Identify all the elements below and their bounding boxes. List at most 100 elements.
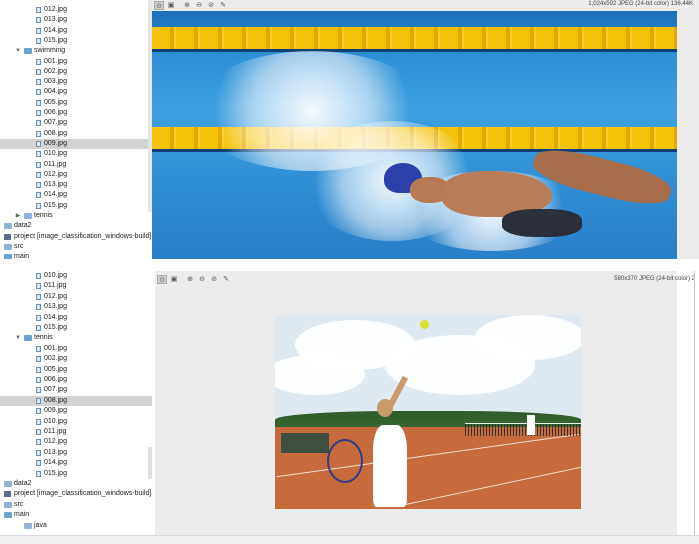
tree-item-label: 008.jpg [44,396,67,404]
tree-item-label: data2 [14,480,32,487]
tree-file-item[interactable]: 006.jpg [0,375,152,385]
folder-icon [24,335,32,342]
tree-item-label: 013.jpg [44,16,67,24]
zoom-out-icon[interactable]: ⊖ [194,1,204,10]
tree-file-item[interactable]: 010.jpg [0,417,152,427]
tree-folder-item[interactable]: ▼ main [0,252,152,259]
actual-size-icon[interactable]: ▣ [169,275,179,284]
chevron-right-icon[interactable]: ▶ [15,211,21,221]
tree-module-item[interactable]: project [image_classification_windows-bu… [0,232,152,242]
chevron-down-icon[interactable]: ▼ [15,46,21,56]
image-file-icon [36,460,41,467]
color-picker-icon[interactable]: ✎ [221,275,231,284]
tree-file-item[interactable]: 002.jpg [0,354,152,364]
tree-item-label: 014.jpg [44,26,67,34]
tree-file-item[interactable]: 007.jpg [0,118,152,128]
image-file-icon [36,58,41,65]
tree-file-item[interactable]: 014.jpg [0,458,152,468]
tree-file-item[interactable]: 009.jpg [0,406,152,416]
tree-file-item[interactable]: 006.jpg [0,108,152,118]
tree-file-item[interactable]: 013.jpg [0,448,152,458]
tree-file-item[interactable]: 005.jpg [0,365,152,375]
tree-item-label: 001.jpg [44,344,67,352]
tree-file-item[interactable]: 013.jpg [0,15,152,25]
tree-item-label: 005.jpg [44,365,67,373]
image-viewer: ⊙ ▣ ⊕ ⊖ ⊘ ✎ 1,024x592 JPEG (24-bit color) 136… [152,0,699,259]
tree-folder-item[interactable]: data2 [0,221,152,231]
tree-folder-item[interactable]: ▼ swimming [0,46,152,56]
tree-file-item[interactable]: 012.jpg [0,5,152,15]
tree-folder-item[interactable]: ▼ tennis [0,333,152,343]
zoom-out-icon[interactable]: ⊖ [197,275,207,284]
tree-file-item[interactable]: 014.jpg [0,190,152,200]
chevron-down-icon[interactable]: ▼ [0,252,1,259]
tree-item-label: 009.jpg [44,139,67,147]
swimming-image [152,11,677,259]
tree-file-item[interactable]: 011.jpg [0,281,152,291]
tree-file-item[interactable]: 015.jpg [0,469,152,479]
tree-folder-item[interactable]: data2 [0,479,152,489]
zoom-reset-icon[interactable]: ⊘ [209,275,219,284]
image-file-icon [36,130,41,137]
tree-file-item[interactable]: 012.jpg [0,292,152,302]
cloud [475,315,581,360]
tree-file-item[interactable]: 015.jpg [0,323,152,333]
tree-item-label: main [14,511,30,519]
tree-item-label: 013.jpg [44,448,67,456]
tree-folder-item[interactable]: java [0,521,152,531]
color-picker-icon[interactable]: ✎ [218,1,228,10]
tree-file-item[interactable]: 014.jpg [0,26,152,36]
fit-view-icon[interactable]: ⊙ [157,275,167,284]
tree-folder-item[interactable]: ▼ main [0,510,152,520]
tree-item-label: swimming [34,47,66,55]
tree-file-item[interactable]: 010.jpg [0,271,152,281]
image-file-icon [36,37,41,44]
tree-file-item[interactable]: 004.jpg [0,87,152,97]
module-icon [4,491,11,498]
actual-size-icon[interactable]: ▣ [166,1,176,10]
tree-scrollbar[interactable] [148,447,152,479]
tree-item-label: 011.jpg [44,160,67,168]
chevron-down-icon[interactable]: ▼ [15,333,21,343]
zoom-reset-icon[interactable]: ⊘ [206,1,216,10]
image-file-icon [36,377,41,383]
tree-file-item[interactable]: 011.jpg [0,160,152,170]
zoom-in-icon[interactable]: ⊕ [182,1,192,10]
cloud [275,355,365,395]
tree-file-item[interactable]: 008.jpg [0,129,152,139]
chevron-down-icon[interactable]: ▼ [0,510,1,520]
tree-file-item[interactable]: 010.jpg [0,149,152,159]
tree-file-item[interactable]: 015.jpg [0,201,152,211]
tree-file-item[interactable]: 012.jpg [0,437,152,447]
tree-file-item[interactable]: 013.jpg [0,180,152,190]
zoom-in-icon[interactable]: ⊕ [185,275,195,284]
tree-item-label: 004.jpg [44,88,67,96]
tree-file-item[interactable]: 001.jpg [0,57,152,67]
tree-file-item[interactable]: 009.jpg [0,138,152,149]
tree-file-item[interactable]: 013.jpg [0,302,152,312]
tree-folder-item[interactable]: src [0,242,152,252]
tree-file-item[interactable]: 014.jpg [0,313,152,323]
fit-view-icon[interactable]: ⊙ [154,1,164,10]
tree-module-item[interactable]: project [image_classification_windows-bu… [0,489,152,499]
tree-file-item[interactable]: 012.jpg [0,170,152,180]
project-tree-panel: 012.jpg 013.jpg 014.jpg 015.jpg ▼ swimming 001… [0,0,152,259]
tree-folder-item[interactable]: src [0,500,152,510]
tree-item-label: 012.jpg [44,170,67,178]
tree-file-item[interactable]: 008.jpg [0,395,152,406]
tree-file-item[interactable]: 001.jpg [0,344,152,354]
tree-item-label: project [image_classification_windows-bu… [14,490,152,498]
module-icon [4,233,11,240]
folder-icon [4,512,12,519]
tree-file-item[interactable]: 007.jpg [0,385,152,395]
image-file-icon [36,356,41,363]
image-file-icon [36,68,41,75]
tree-file-item[interactable]: 005.jpg [0,98,152,108]
tree-file-item[interactable]: 011.jpg [0,427,152,437]
tree-item-label: 008.jpg [44,129,67,137]
tree-file-item[interactable]: 002.jpg [0,67,152,77]
tree-folder-item[interactable]: ▶ tennis [0,211,152,221]
tree-file-item[interactable]: 003.jpg [0,77,152,87]
tree-item-label: 005.jpg [44,98,67,106]
tree-file-item[interactable]: 015.jpg [0,36,152,46]
